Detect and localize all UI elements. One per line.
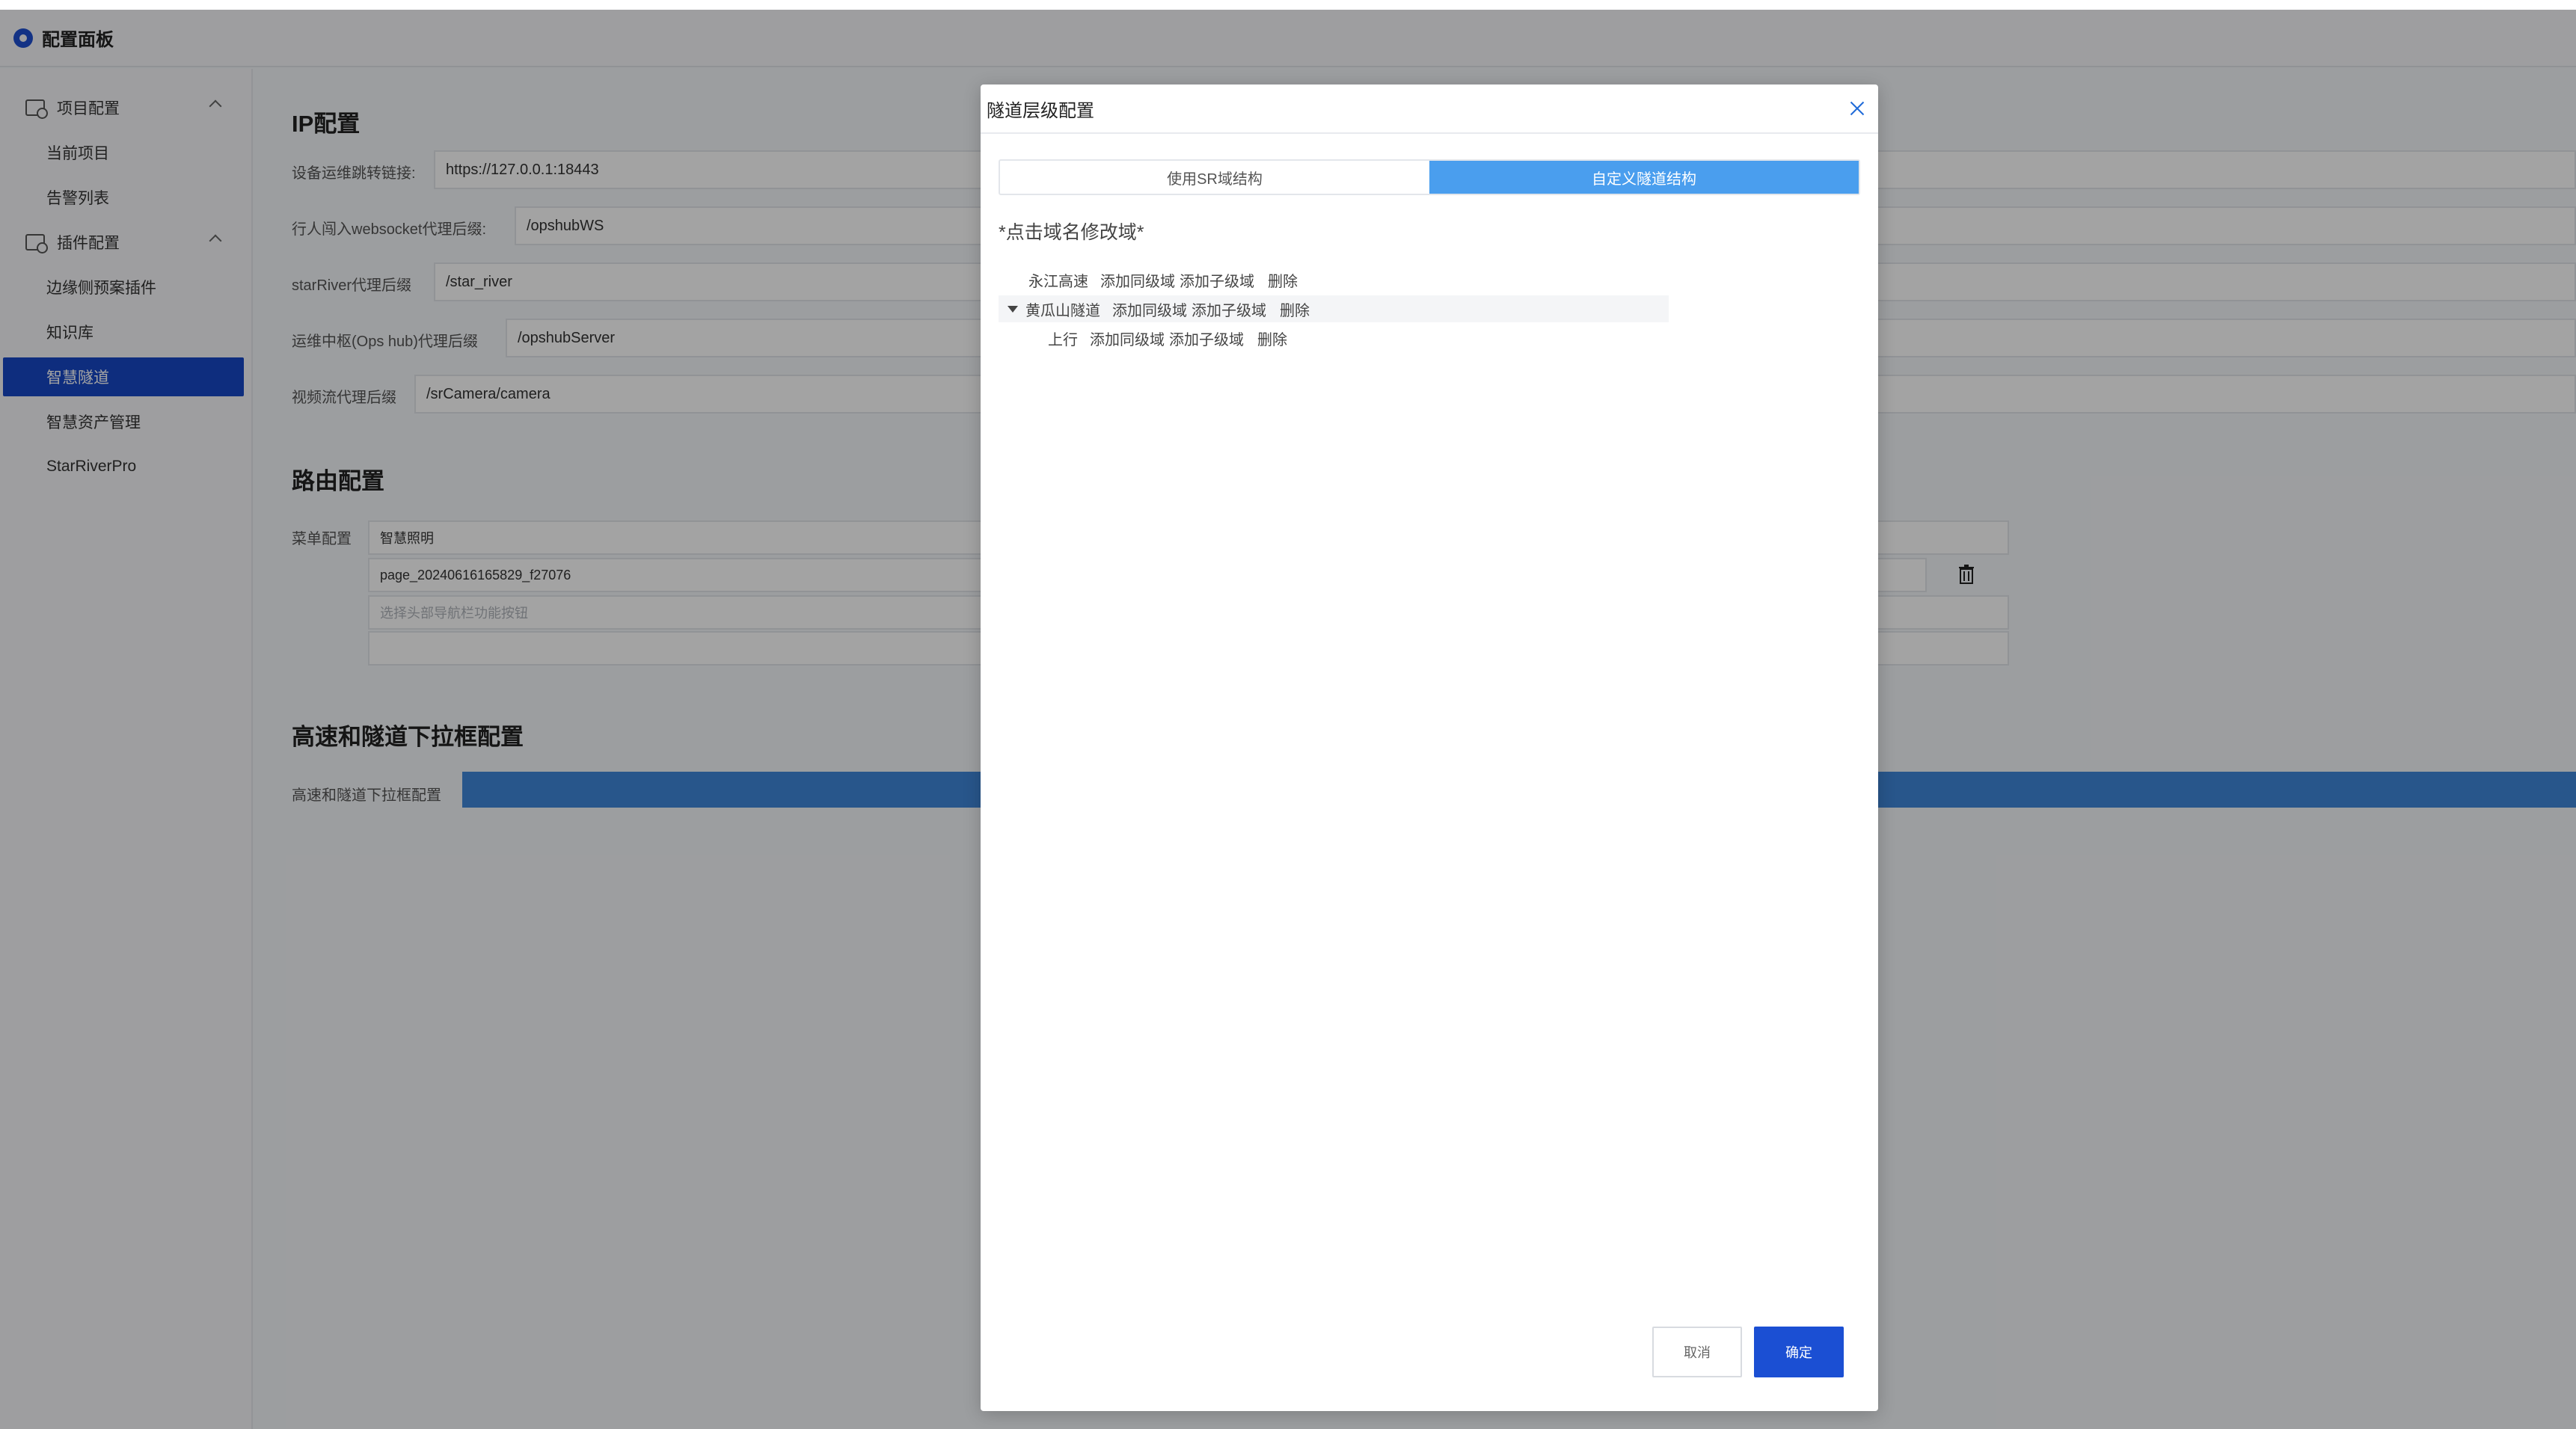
cancel-button[interactable]: 取消 <box>1652 1327 1742 1377</box>
add-sibling-link[interactable]: 添加同级域 <box>1090 328 1165 349</box>
tree-node: 上行 添加同级域 添加子级域 删除 <box>999 325 1669 351</box>
tree-node: 永江高速 添加同级域 添加子级域 删除 <box>999 266 1669 293</box>
modal-header: 隧道层级配置 <box>981 84 1878 134</box>
tree-node-name[interactable]: 黄瓜山隧道 <box>1025 298 1100 320</box>
tab-sr-structure[interactable]: 使用SR域结构 <box>1000 161 1429 194</box>
close-icon[interactable] <box>1847 98 1868 119</box>
add-child-link[interactable]: 添加子级域 <box>1180 269 1254 291</box>
delete-link[interactable]: 删除 <box>1257 328 1287 349</box>
delete-link[interactable]: 删除 <box>1268 269 1298 291</box>
delete-link[interactable]: 删除 <box>1280 298 1310 320</box>
window-top-strip <box>0 0 2576 10</box>
structure-tabs: 使用SR域结构 自定义隧道结构 <box>999 159 1860 195</box>
edit-hint: *点击域名修改域* <box>999 222 1144 243</box>
add-sibling-link[interactable]: 添加同级域 <box>1112 298 1187 320</box>
modal-title: 隧道层级配置 <box>987 100 1094 121</box>
tunnel-level-modal: 隧道层级配置 使用SR域结构 自定义隧道结构 *点击域名修改域* 永江高速 添加… <box>981 84 1878 1411</box>
tab-custom-structure[interactable]: 自定义隧道结构 <box>1429 161 1859 194</box>
add-sibling-link[interactable]: 添加同级域 <box>1100 269 1175 291</box>
tree-node: 黄瓜山隧道 添加同级域 添加子级域 删除 <box>999 295 1669 322</box>
tree-node-name[interactable]: 永江高速 <box>1028 269 1088 291</box>
add-child-link[interactable]: 添加子级域 <box>1169 328 1244 349</box>
add-child-link[interactable]: 添加子级域 <box>1192 298 1266 320</box>
confirm-button[interactable]: 确定 <box>1754 1327 1844 1377</box>
caret-down-icon[interactable] <box>1008 305 1018 313</box>
tree-node-name[interactable]: 上行 <box>1048 328 1078 349</box>
